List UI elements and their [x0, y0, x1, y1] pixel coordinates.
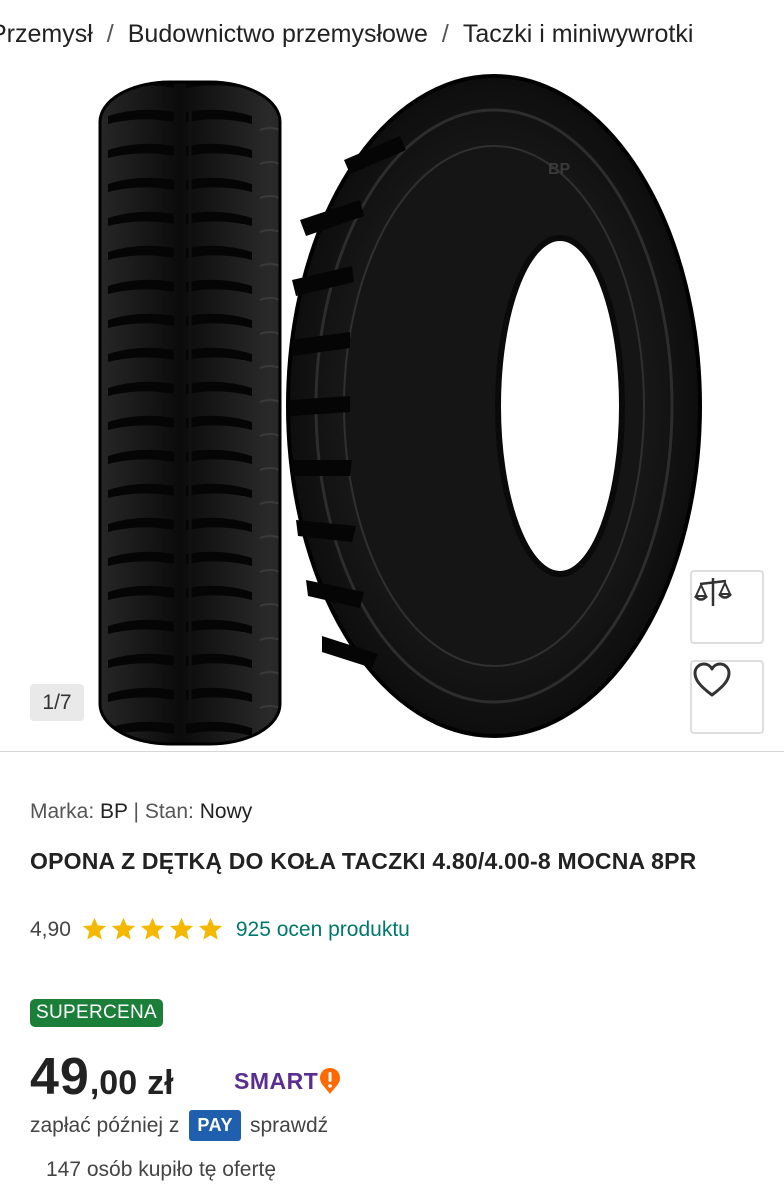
breadcrumb-separator: /	[106, 20, 114, 48]
heart-icon	[693, 662, 731, 697]
price-fraction: ,00	[89, 1064, 138, 1102]
price-currency: zł	[147, 1064, 174, 1102]
condition-label: Stan:	[144, 800, 194, 823]
product-image-gallery[interactable]: BP 1/7	[0, 70, 784, 752]
product-rating[interactable]: 4,90 925 ocen produktu	[30, 916, 410, 943]
product-image[interactable]: BP	[0, 70, 784, 752]
breadcrumb: Przemysł / Budownictwo przemysłowe / Taczki …	[0, 0, 784, 70]
meta-divider: |	[133, 800, 139, 823]
smart-label: SMART	[234, 1067, 319, 1094]
star-icon	[111, 917, 135, 940]
breadcrumb-separator: /	[441, 20, 449, 48]
tire-tread-view	[98, 80, 282, 746]
rating-stars	[81, 916, 226, 943]
pay-later-row: zapłać później z PAY sprawdź	[30, 1110, 328, 1141]
star-icon	[169, 917, 193, 940]
pay-badge: PAY	[189, 1110, 241, 1141]
breadcrumb-item-budownictwo[interactable]: Budownictwo przemysłowe	[128, 20, 428, 48]
image-counter: 1/7	[30, 684, 84, 721]
star-icon	[82, 917, 106, 940]
pay-check-link[interactable]: sprawdź	[250, 1114, 328, 1138]
wishlist-button[interactable]	[690, 660, 764, 734]
price-integer: 49	[30, 1048, 90, 1106]
brand-value[interactable]: BP	[100, 800, 128, 823]
tire-brand-mark: BP	[548, 161, 571, 178]
brand-label: Marka:	[30, 800, 95, 823]
condition-value: Nowy	[199, 800, 253, 823]
product-meta: Marka: BP | Stan: Nowy	[30, 800, 252, 824]
breadcrumb-item-przemysl[interactable]: Przemysł	[0, 20, 93, 48]
bought-count: 147 osób kupiło tę ofertę	[46, 1158, 276, 1181]
tire-side-view: BP	[286, 74, 702, 738]
compare-button[interactable]	[690, 570, 764, 644]
rating-score: 4,90	[30, 917, 71, 941]
product-title: OPONA Z DĘTKĄ DO KOŁA TACZKI 4.80/4.00-8…	[30, 848, 697, 874]
supercena-badge: SUPERCENA	[30, 999, 163, 1027]
star-icon	[198, 917, 222, 940]
pay-later-text: zapłać później z	[30, 1113, 180, 1137]
breadcrumb-item-taczki[interactable]: Taczki i miniwywrotki	[463, 20, 694, 48]
star-icon	[140, 917, 164, 940]
product-price: 49,00 zł	[30, 1047, 174, 1107]
smart-alert-icon	[320, 1068, 341, 1094]
scale-icon	[694, 578, 732, 606]
smart-badge[interactable]: SMART	[234, 1066, 342, 1096]
rating-count-link[interactable]: 925 ocen produktu	[236, 918, 410, 942]
